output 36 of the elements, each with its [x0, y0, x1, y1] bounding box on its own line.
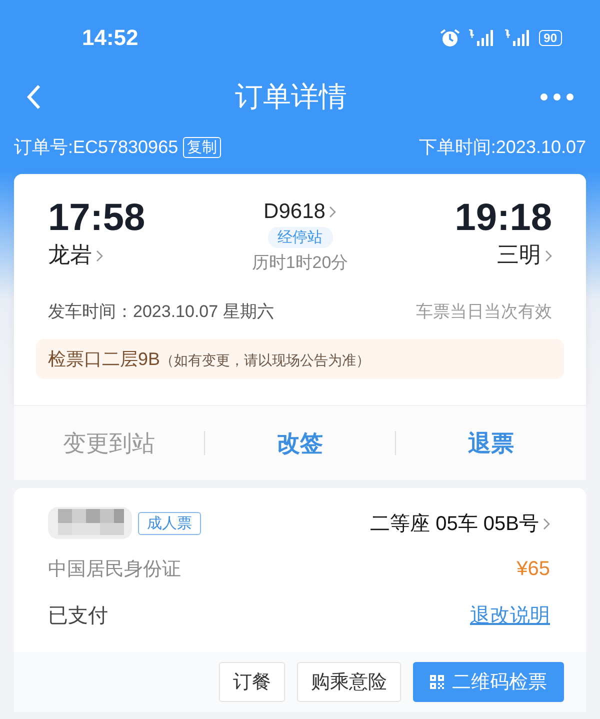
action-button[interactable]: 订餐 [219, 662, 285, 702]
order-time: 下单时间:2023.10.07 [418, 136, 586, 159]
page-title: 订单详情 [235, 80, 347, 114]
chevron-icon [96, 250, 103, 262]
refund-rules-link[interactable]: 退改说明 [470, 602, 550, 628]
action-button[interactable]: 退票 [396, 426, 586, 460]
order-number: 订单号:EC57830965 [14, 136, 178, 159]
back-icon[interactable] [26, 84, 42, 110]
seat-info[interactable]: 二等座 05车 05B号 [370, 510, 550, 536]
trip-duration: 历时1时20分 [252, 252, 348, 274]
action-button[interactable]: 改签 [205, 426, 395, 460]
status-time: 14:52 [82, 25, 138, 51]
departure-station[interactable]: 龙岩 [48, 240, 146, 270]
alarm-icon [438, 28, 461, 48]
arrival-time: 19:18 [454, 196, 552, 240]
gate-info: 检票口二层9B [48, 348, 160, 371]
chevron-icon [545, 250, 552, 262]
departure-date: 发车时间：2023.10.07 星期六 [48, 301, 274, 323]
ticket-type-tag: 成人票 [138, 512, 201, 534]
action-button[interactable]: 购乘意险 [297, 662, 401, 702]
action-button[interactable]: 二维码检票 [413, 662, 564, 702]
ticket-validity: 车票当日当次有效 [416, 301, 552, 323]
stops-button[interactable]: 经停站 [268, 227, 332, 248]
payment-status: 已支付 [48, 604, 108, 628]
departure-time: 17:58 [48, 196, 146, 240]
qr-code-icon [430, 675, 444, 689]
ticket-price: ¥65 [516, 558, 550, 580]
gate-note: （如有变更，请以现场公告为准） [160, 352, 370, 370]
chevron-icon [543, 518, 550, 530]
copy-button[interactable]: 复制 [183, 136, 222, 158]
id-type: 中国居民身份证 [48, 558, 181, 582]
chevron-icon [329, 206, 336, 218]
arrival-station[interactable]: 三明 [497, 240, 552, 270]
train-number[interactable]: D9618 [264, 200, 336, 224]
more-icon[interactable] [540, 93, 574, 101]
battery-level: 90 [538, 30, 562, 46]
